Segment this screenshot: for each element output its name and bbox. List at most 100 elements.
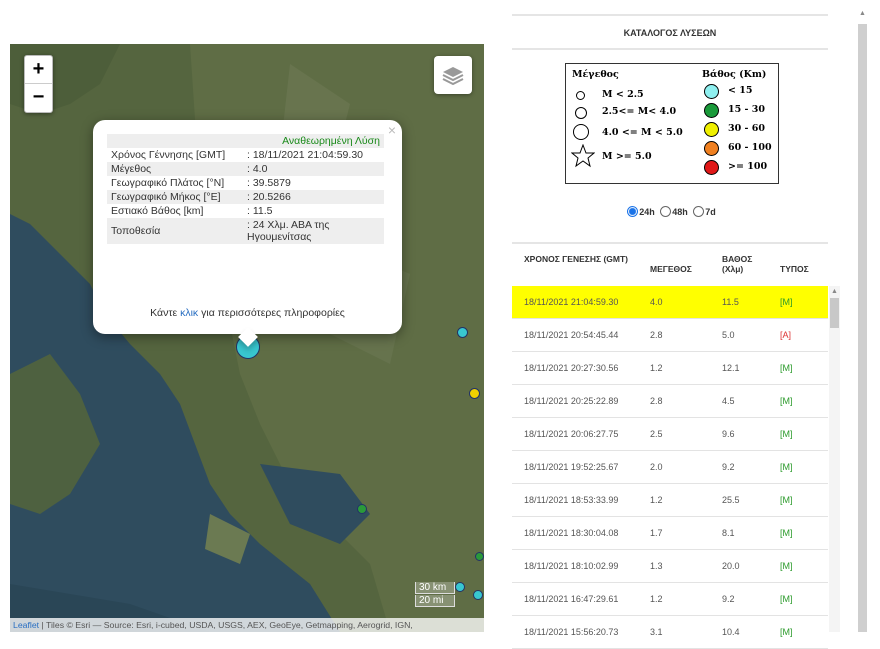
- zoom-control: + −: [24, 55, 53, 113]
- header-type[interactable]: ΤΥΠΟΣ: [780, 264, 809, 274]
- cell-time: 18/11/2021 20:27:30.56: [524, 363, 619, 373]
- time-filter: 24h 48h 7d: [512, 206, 828, 217]
- cell-depth: 12.1: [722, 363, 740, 373]
- legend-mag-circle: [575, 107, 587, 119]
- cell-type: [M]: [780, 528, 793, 538]
- epicenter-marker[interactable]: [357, 504, 367, 514]
- legend-depth-item: < 15: [728, 85, 753, 96]
- cell-magnitude: 1.2: [650, 363, 663, 373]
- table-scrollbar[interactable]: ▲: [829, 286, 840, 632]
- table-row[interactable]: 18/11/2021 19:52:25.67 2.0 9.2 [M]: [512, 451, 828, 484]
- popup-label: Χρόνος Γέννησης [GMT]: [111, 149, 226, 161]
- cell-depth: 9.6: [722, 429, 735, 439]
- epicenter-marker[interactable]: [455, 582, 465, 592]
- cell-depth: 10.4: [722, 627, 740, 637]
- legend-mag-circle: [576, 91, 585, 100]
- table-row[interactable]: 18/11/2021 18:30:04.08 1.7 8.1 [M]: [512, 517, 828, 550]
- table-row[interactable]: 18/11/2021 18:10:02.99 1.3 20.0 [M]: [512, 550, 828, 583]
- cell-type: [M]: [780, 495, 793, 505]
- cell-type: [M]: [780, 627, 793, 637]
- catalog-title: ΚΑΤΑΛΟΓΟΣ ΛΥΣΕΩΝ: [623, 28, 717, 38]
- table-row[interactable]: 18/11/2021 20:54:45.44 2.8 5.0 [A]: [512, 319, 828, 352]
- table-row[interactable]: 18/11/2021 20:06:27.75 2.5 9.6 [M]: [512, 418, 828, 451]
- cell-depth: 4.5: [722, 396, 735, 406]
- cell-time: 18/11/2021 21:04:59.30: [524, 297, 619, 307]
- popup-more-info: Κάντε κλικ για περισσότερες πληροφορίες: [93, 307, 402, 319]
- table-row[interactable]: 18/11/2021 20:27:30.56 1.2 12.1 [M]: [512, 352, 828, 385]
- map-attribution: Leaflet | Tiles © Esri — Source: Esri, i…: [10, 618, 487, 632]
- cell-magnitude: 1.2: [650, 594, 663, 604]
- more-info-link[interactable]: κλικ: [180, 307, 198, 319]
- legend-depth-item: 30 - 60: [728, 123, 765, 134]
- cell-type: [A]: [780, 330, 792, 340]
- cell-magnitude: 3.1: [650, 627, 663, 637]
- zoom-in-button[interactable]: +: [25, 56, 52, 84]
- epicenter-marker[interactable]: [473, 590, 483, 600]
- cell-magnitude: 1.2: [650, 495, 663, 505]
- radio-label-7d: 7d: [705, 207, 716, 217]
- cell-time: 18/11/2021 18:53:33.99: [524, 495, 619, 505]
- table-row[interactable]: 18/11/2021 20:25:22.89 2.8 4.5 [M]: [512, 385, 828, 418]
- page-scrollbar[interactable]: ▲: [856, 0, 868, 632]
- events-table-header: ΧΡΟΝΟΣ ΓΕΝΕΣΗΣ (GMT) ΜΕΓΕΘΟΣ ΒΑΘΟΣ (Χλμ)…: [512, 242, 828, 288]
- radio-label-48h: 48h: [672, 207, 688, 217]
- header-origin-time[interactable]: ΧΡΟΝΟΣ ΓΕΝΕΣΗΣ (GMT): [524, 254, 634, 264]
- cell-depth: 5.0: [722, 330, 735, 340]
- page-scrollbar-thumb[interactable]: [858, 24, 867, 632]
- cell-type: [M]: [780, 429, 793, 439]
- cell-time: 18/11/2021 16:47:29.61: [524, 594, 619, 604]
- cell-depth: 25.5: [722, 495, 740, 505]
- popup-label: Γεωγραφικό Μήκος [°E]: [111, 191, 221, 203]
- popup-close-button[interactable]: ×: [388, 122, 396, 138]
- header-magnitude[interactable]: ΜΕΓΕΘΟΣ: [650, 264, 692, 274]
- popup-label: Τοποθεσία: [111, 225, 161, 237]
- catalog-panel: ΚΑΤΑΛΟΓΟΣ ΛΥΣΕΩΝ: [512, 14, 828, 50]
- table-row[interactable]: 18/11/2021 18:53:33.99 1.2 25.5 [M]: [512, 484, 828, 517]
- cell-type: [M]: [780, 561, 793, 571]
- header-depth[interactable]: ΒΑΘΟΣ (Χλμ): [722, 254, 762, 274]
- more-info-suffix: για περισσότερες πληροφορίες: [198, 307, 345, 319]
- star-icon: [571, 144, 595, 168]
- cell-magnitude: 2.5: [650, 429, 663, 439]
- cell-type: [M]: [780, 462, 793, 472]
- popup-value: : 24 Χλμ. ΑΒΑ της Ηγουμενίτσας: [247, 219, 330, 243]
- divider: [512, 48, 828, 50]
- radio-7d[interactable]: [693, 206, 705, 217]
- events-table-body: 18/11/2021 21:04:59.30 4.0 11.5 [M] 18/1…: [512, 286, 828, 649]
- cell-type: [M]: [780, 297, 793, 307]
- popup-title: Αναθεωρημένη Λύση: [107, 134, 384, 148]
- event-popup: × Αναθεωρημένη Λύση Χρόνος Γέννησης [GMT…: [93, 120, 402, 347]
- cell-magnitude: 4.0: [650, 297, 663, 307]
- cell-depth: 8.1: [722, 528, 735, 538]
- epicenter-marker[interactable]: [469, 388, 480, 399]
- table-row[interactable]: 18/11/2021 15:56:20.73 3.1 10.4 [M]: [512, 616, 828, 649]
- radio-48h[interactable]: [660, 206, 672, 217]
- table-row[interactable]: 18/11/2021 21:04:59.30 4.0 11.5 [M]: [512, 286, 828, 319]
- popup-details-table: Αναθεωρημένη Λύση Χρόνος Γέννησης [GMT]:…: [107, 134, 384, 244]
- radio-24h[interactable]: [627, 206, 639, 217]
- popup-value: : 20.5266: [247, 191, 291, 203]
- legend-depth-dot: [704, 160, 719, 175]
- layers-icon: [442, 67, 464, 86]
- cell-time: 18/11/2021 18:30:04.08: [524, 528, 619, 538]
- legend-depth-dot: [704, 141, 719, 156]
- legend-mag-item: M >= 5.0: [602, 151, 652, 162]
- leaflet-link[interactable]: Leaflet: [13, 620, 39, 630]
- cell-time: 18/11/2021 15:56:20.73: [524, 627, 619, 637]
- legend-mag-circle: [573, 124, 589, 140]
- cell-magnitude: 1.7: [650, 528, 663, 538]
- scroll-up-arrow-icon[interactable]: ▲: [831, 288, 838, 295]
- table-scrollbar-thumb[interactable]: [830, 298, 839, 328]
- cell-time: 18/11/2021 18:10:02.99: [524, 561, 619, 571]
- cell-type: [M]: [780, 363, 793, 373]
- scale-mi: 20 mi: [415, 595, 455, 607]
- page-scroll-up-arrow-icon[interactable]: ▲: [859, 10, 866, 17]
- cell-type: [M]: [780, 396, 793, 406]
- epicenter-marker[interactable]: [475, 552, 484, 561]
- zoom-out-button[interactable]: −: [25, 84, 52, 111]
- table-row[interactable]: 18/11/2021 16:47:29.61 1.2 9.2 [M]: [512, 583, 828, 616]
- cell-depth: 20.0: [722, 561, 740, 571]
- popup-label: Εστιακό Βάθος [km]: [111, 205, 204, 217]
- epicenter-marker[interactable]: [457, 327, 468, 338]
- layers-button[interactable]: [434, 56, 472, 94]
